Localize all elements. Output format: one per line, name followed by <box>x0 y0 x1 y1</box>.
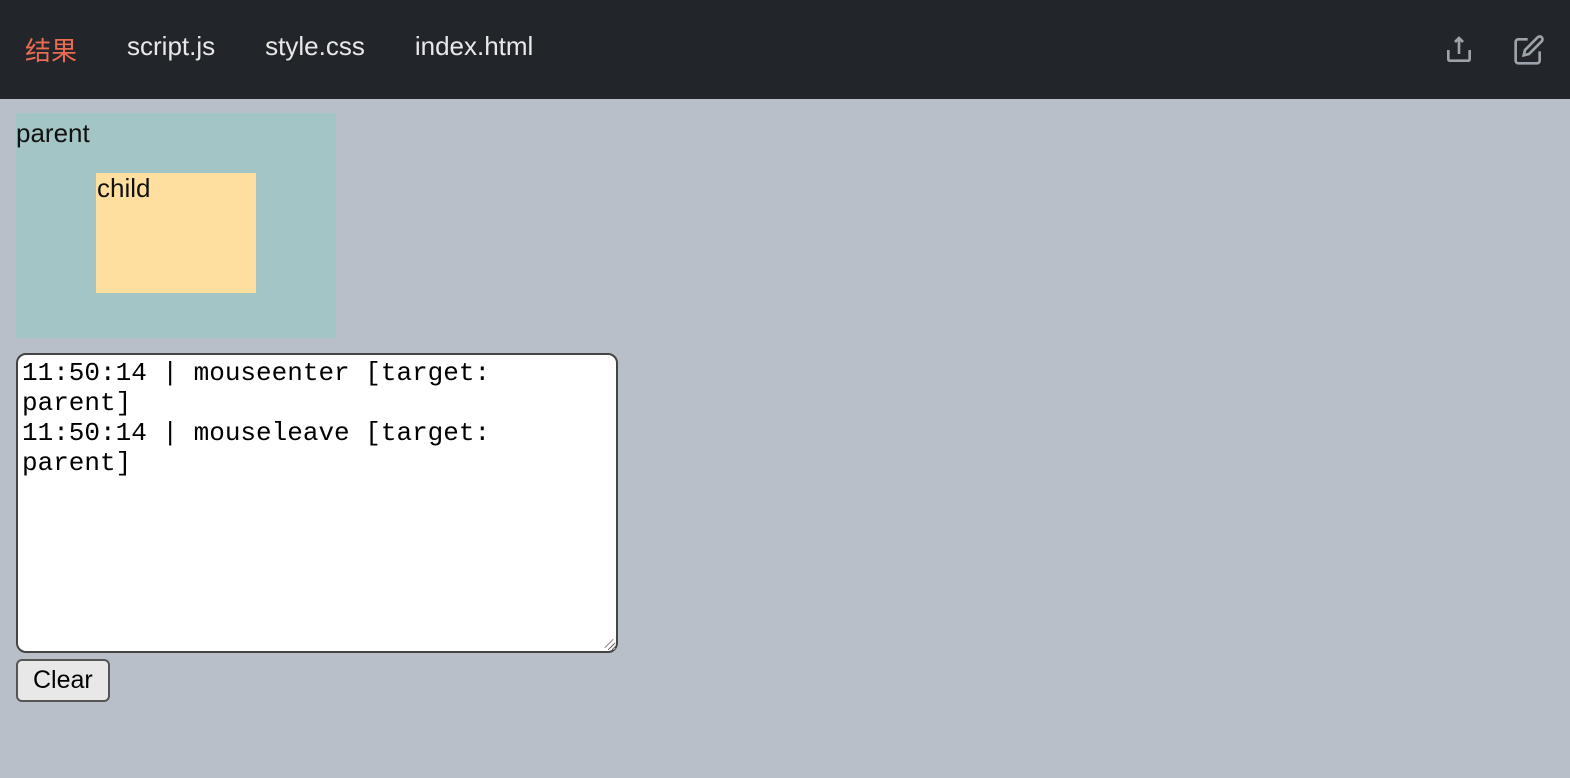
resize-handle[interactable] <box>600 635 614 649</box>
content-area: parent child 11:50:14 | mouseenter [targ… <box>0 99 1570 716</box>
edit-icon[interactable] <box>1513 34 1545 66</box>
child-box[interactable]: child <box>96 173 256 293</box>
header-actions <box>1443 34 1545 66</box>
parent-box[interactable]: parent child <box>16 113 336 338</box>
log-textarea[interactable]: 11:50:14 | mouseenter [target: parent] 1… <box>16 353 618 653</box>
share-icon[interactable] <box>1443 34 1475 66</box>
header: 结果 script.js style.css index.html <box>0 0 1570 99</box>
tab-bar: 结果 script.js style.css index.html <box>25 23 533 76</box>
tab-style[interactable]: style.css <box>265 23 365 76</box>
child-label: child <box>96 173 256 204</box>
tab-script[interactable]: script.js <box>127 23 215 76</box>
clear-button[interactable]: Clear <box>16 659 110 702</box>
parent-label: parent <box>16 113 336 149</box>
tab-index[interactable]: index.html <box>415 23 534 76</box>
log-content: 11:50:14 | mouseenter [target: parent] 1… <box>22 358 506 478</box>
tab-result[interactable]: 结果 <box>25 23 77 76</box>
